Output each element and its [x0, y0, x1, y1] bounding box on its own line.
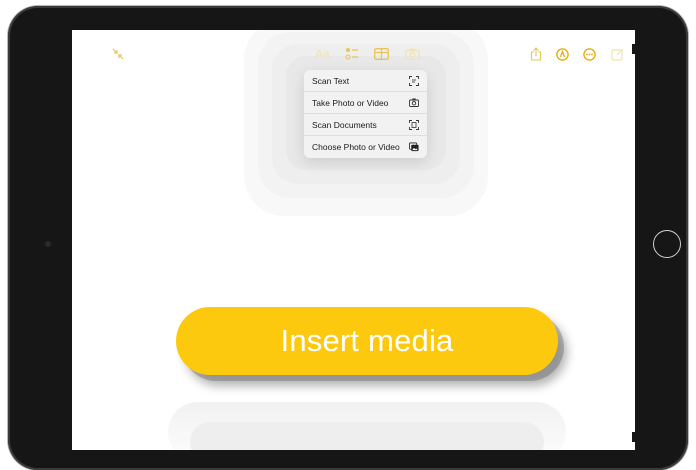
menu-item-take-photo[interactable]: Take Photo or Video: [304, 92, 427, 114]
more-icon[interactable]: [581, 46, 597, 62]
callout-label: Insert media: [280, 323, 454, 358]
markup-icon[interactable]: [554, 46, 570, 62]
share-icon[interactable]: [528, 46, 544, 62]
menu-item-label: Scan Documents: [312, 119, 377, 130]
menu-item-label: Scan Text: [312, 75, 350, 86]
menu-item-scan-documents[interactable]: Scan Documents: [304, 114, 427, 136]
menu-item-label: Choose Photo or Video: [312, 142, 400, 152]
glow-halo: [190, 422, 544, 450]
front-camera: [45, 241, 51, 247]
screen-edge-mark: [632, 44, 635, 54]
screen-edge-mark: [632, 432, 635, 442]
camera-icon[interactable]: [404, 46, 420, 62]
home-button[interactable]: [653, 230, 681, 258]
menu-item-label: Take Photo or Video: [312, 97, 389, 108]
scan-text-icon: [409, 75, 419, 86]
insert-media-callout: Insert media: [176, 307, 558, 375]
table-icon[interactable]: [373, 46, 389, 62]
insert-media-menu: Scan Text Take Photo or Video Scan Docum…: [304, 70, 427, 158]
menu-item-choose-photo[interactable]: Choose Photo or Video: [304, 136, 427, 158]
checklist-icon[interactable]: [344, 46, 360, 62]
scan-document-icon: [409, 119, 419, 130]
menu-item-scan-text[interactable]: Scan Text: [304, 70, 427, 92]
collapse-icon[interactable]: [110, 46, 126, 62]
screen-edge: [632, 30, 635, 450]
notes-screen: Aa Scan Text Take Photo or Video Scan Do…: [72, 30, 632, 450]
photo-library-icon: [409, 142, 419, 152]
compose-icon[interactable]: [609, 46, 625, 62]
format-button[interactable]: Aa: [315, 47, 330, 61]
camera-icon: [409, 98, 419, 108]
